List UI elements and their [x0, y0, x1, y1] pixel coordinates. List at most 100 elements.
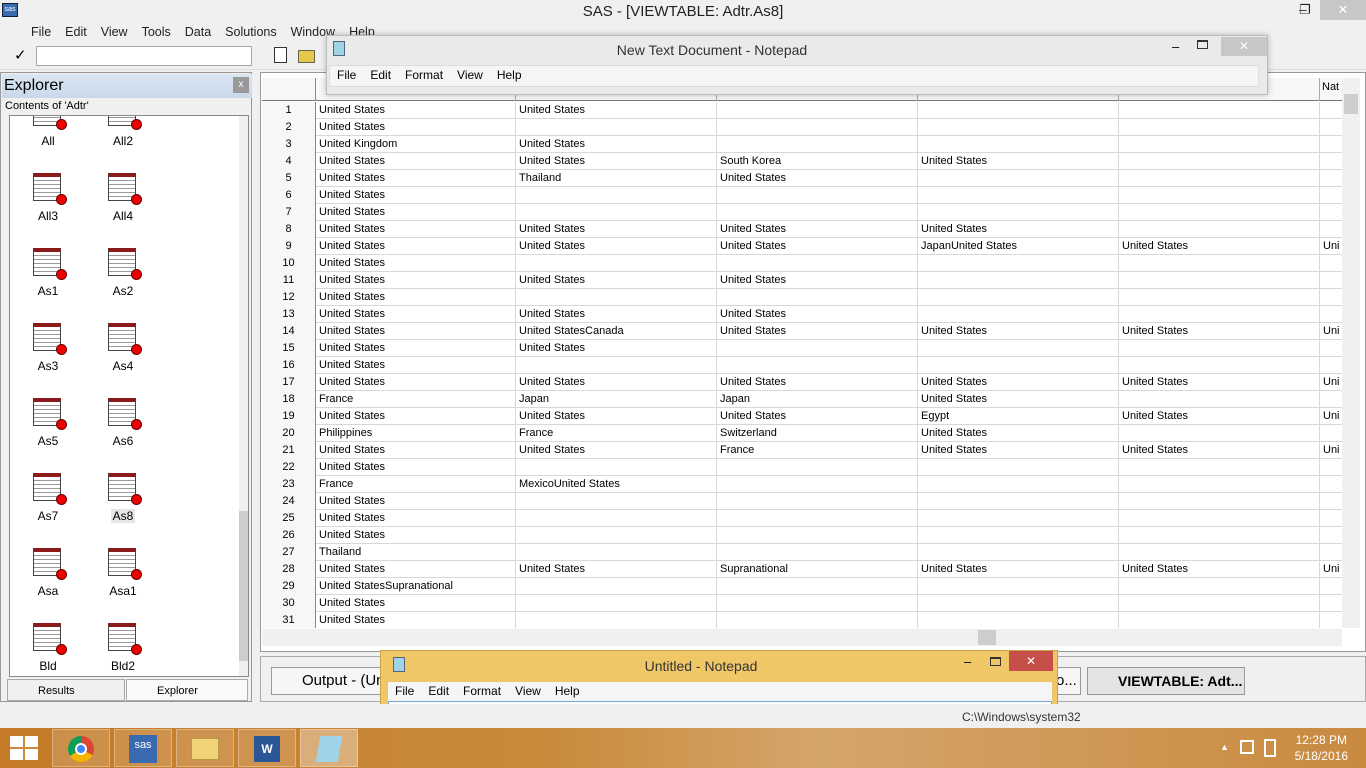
word-taskbar-button[interactable]: W	[238, 729, 296, 767]
table-cell[interactable]: France	[316, 391, 516, 408]
table-cell[interactable]	[717, 527, 918, 544]
table-cell[interactable]: United States	[316, 612, 516, 628]
table-cell[interactable]: United States	[918, 323, 1119, 340]
table-cell[interactable]	[516, 612, 717, 628]
viewtable-window-tab[interactable]: VIEWTABLE: Adt...	[1087, 667, 1245, 695]
notepad-window-new-text-document[interactable]: New Text Document - Notepad – ✕ File Edit…	[326, 35, 1268, 95]
table-cell[interactable]	[1320, 306, 1342, 323]
table-cell[interactable]: United States	[516, 153, 717, 170]
row-number[interactable]: 2	[262, 119, 316, 136]
dataset-label[interactable]: All	[18, 134, 78, 148]
table-cell[interactable]	[717, 119, 918, 136]
table-cell[interactable]: United States	[516, 340, 717, 357]
np1-menu-help[interactable]: Help	[490, 66, 529, 84]
dataset-icon[interactable]	[108, 473, 142, 505]
table-cell[interactable]	[1320, 510, 1342, 527]
table-cell[interactable]: Egypt	[918, 408, 1119, 425]
table-cell[interactable]	[1119, 255, 1320, 272]
table-cell[interactable]: France	[717, 442, 918, 459]
table-cell[interactable]	[1119, 391, 1320, 408]
table-cell[interactable]: United States	[316, 595, 516, 612]
table-cell[interactable]: Uni	[1320, 374, 1342, 391]
table-cell[interactable]: United States	[918, 374, 1119, 391]
row-number[interactable]: 11	[262, 272, 316, 289]
table-cell[interactable]	[918, 527, 1119, 544]
table-cell[interactable]	[717, 102, 918, 119]
row-number[interactable]: 21	[262, 442, 316, 459]
table-cell[interactable]: United States	[717, 238, 918, 255]
dataset-icon[interactable]	[33, 173, 67, 205]
notepad-close-button[interactable]: ✕	[1221, 37, 1267, 56]
table-cell[interactable]: Uni	[1320, 561, 1342, 578]
table-cell[interactable]	[1119, 289, 1320, 306]
table-cell[interactable]	[1320, 153, 1342, 170]
dataset-label[interactable]: Bld2	[93, 659, 153, 673]
row-number[interactable]: 24	[262, 493, 316, 510]
table-cell[interactable]	[918, 204, 1119, 221]
table-cell[interactable]: MexicoUnited States	[516, 476, 717, 493]
table-cell[interactable]	[1320, 595, 1342, 612]
table-row[interactable]: 8 United States United States United States…	[262, 221, 1342, 238]
row-number[interactable]: 6	[262, 187, 316, 204]
row-number[interactable]: 9	[262, 238, 316, 255]
table-cell[interactable]	[1119, 510, 1320, 527]
table-cell[interactable]	[1119, 357, 1320, 374]
table-row[interactable]: 11 United States United States United State…	[262, 272, 1342, 289]
row-number[interactable]: 25	[262, 510, 316, 527]
menu-data[interactable]: Data	[178, 22, 218, 42]
dataset-label[interactable]: As2	[93, 284, 153, 298]
table-cell[interactable]	[918, 102, 1119, 119]
table-cell[interactable]: United States	[516, 272, 717, 289]
row-number[interactable]: 23	[262, 476, 316, 493]
table-cell[interactable]	[918, 170, 1119, 187]
notepad-minimize-button[interactable]: –	[964, 654, 971, 669]
table-row[interactable]: 16 United States	[262, 357, 1342, 374]
menu-edit[interactable]: Edit	[58, 22, 94, 42]
table-cell[interactable]	[1119, 306, 1320, 323]
table-cell[interactable]	[516, 510, 717, 527]
table-cell[interactable]	[717, 476, 918, 493]
row-number[interactable]: 22	[262, 459, 316, 476]
table-cell[interactable]	[1320, 391, 1342, 408]
row-number[interactable]: 13	[262, 306, 316, 323]
row-number[interactable]: 12	[262, 289, 316, 306]
table-cell[interactable]: South Korea	[717, 153, 918, 170]
table-cell[interactable]: United States	[316, 119, 516, 136]
table-cell[interactable]: United States	[316, 221, 516, 238]
table-cell[interactable]: United States	[316, 510, 516, 527]
row-number[interactable]: 28	[262, 561, 316, 578]
dataset-icon[interactable]	[108, 116, 142, 130]
table-cell[interactable]	[918, 136, 1119, 153]
row-number[interactable]: 10	[262, 255, 316, 272]
table-row[interactable]: 27 Thailand	[262, 544, 1342, 561]
table-cell[interactable]: United States	[316, 442, 516, 459]
new-document-icon[interactable]	[274, 47, 287, 63]
table-cell[interactable]: United States	[918, 153, 1119, 170]
table-row[interactable]: 9 United States United States United States…	[262, 238, 1342, 255]
table-cell[interactable]: United States	[918, 442, 1119, 459]
table-cell[interactable]	[918, 510, 1119, 527]
row-number[interactable]: 18	[262, 391, 316, 408]
power-icon[interactable]	[1264, 739, 1276, 757]
table-cell[interactable]: Uni	[1320, 238, 1342, 255]
table-row[interactable]: 3 United Kingdom United States	[262, 136, 1342, 153]
table-cell[interactable]	[918, 612, 1119, 628]
table-cell[interactable]	[918, 544, 1119, 561]
table-cell[interactable]	[1119, 221, 1320, 238]
table-cell[interactable]	[1119, 136, 1320, 153]
table-cell[interactable]: Switzerland	[717, 425, 918, 442]
file-explorer-taskbar-button[interactable]	[176, 729, 234, 767]
table-cell[interactable]	[717, 612, 918, 628]
table-cell[interactable]: United States	[316, 374, 516, 391]
dataset-label[interactable]: As7	[18, 509, 78, 523]
table-cell[interactable]	[516, 357, 717, 374]
dataset-label[interactable]: All2	[93, 134, 153, 148]
table-cell[interactable]	[918, 306, 1119, 323]
row-number[interactable]: 17	[262, 374, 316, 391]
table-cell[interactable]: United States	[1119, 408, 1320, 425]
np1-menu-file[interactable]: File	[330, 66, 363, 84]
np1-menu-format[interactable]: Format	[398, 66, 450, 84]
table-cell[interactable]: United States	[717, 323, 918, 340]
clock[interactable]: 12:28 PM 5/18/2016	[1295, 732, 1348, 764]
table-cell[interactable]	[717, 578, 918, 595]
